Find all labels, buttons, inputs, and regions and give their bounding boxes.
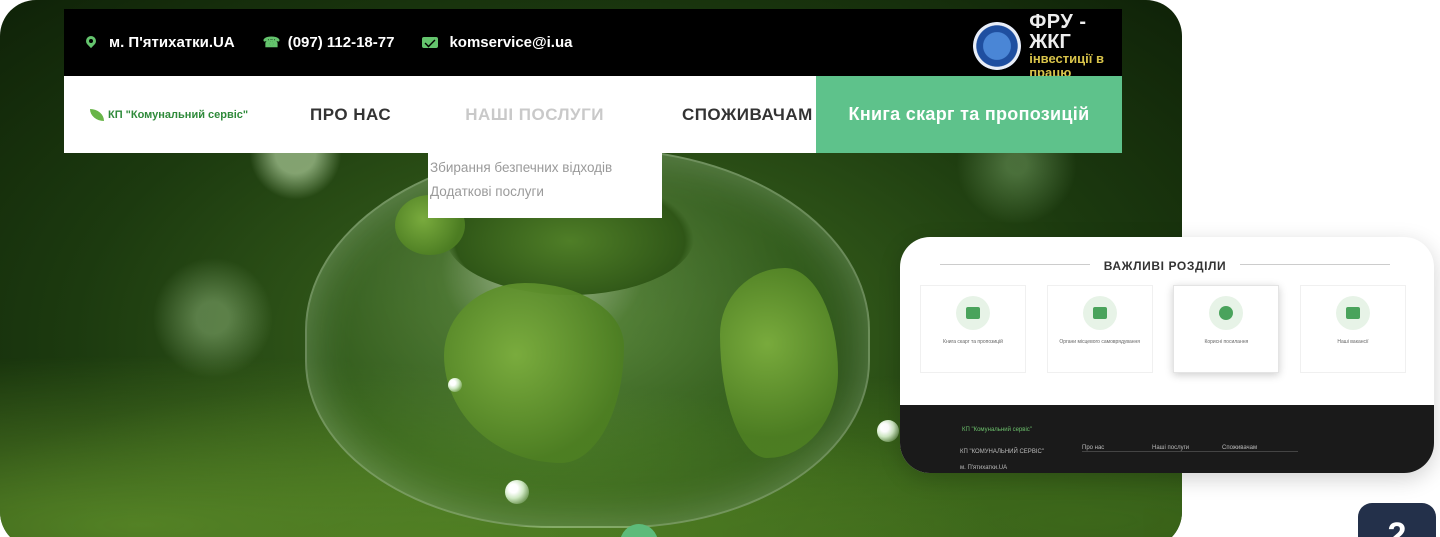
important-sections-card: ВАЖЛИВІ РОЗДІЛИ Книга скарг та пропозиці…	[900, 237, 1434, 473]
tile-label: Наші вакансії	[1337, 339, 1369, 345]
location-pin-icon	[84, 36, 98, 50]
partner-logo-link[interactable]: ФРУ - ЖКГ інвестиції в працю	[973, 12, 1104, 79]
divider	[1240, 264, 1390, 265]
footer-city: м. П'ятихатки.UA	[960, 465, 1008, 471]
partner-logo-text: ФРУ - ЖКГ інвестиції в працю	[1029, 12, 1104, 79]
globe-icon	[1209, 296, 1244, 330]
partner-line1: ФРУ -	[1029, 11, 1087, 33]
section-header: ВАЖЛИВІ РОЗДІЛИ	[940, 257, 1390, 273]
site-logo[interactable]: КП "Комунальний сервіс"	[90, 108, 280, 121]
footer-logo[interactable]: КП "Комунальний сервіс"	[962, 427, 1032, 433]
partner-line2: ЖКГ	[1029, 31, 1071, 53]
collage: м. П'ятихатки.UA (097) 112-18-77 komserv…	[0, 0, 1440, 537]
tile-label: Органи місцевого самоврядування	[1059, 339, 1140, 345]
tile-vacancies[interactable]: Наші вакансії	[1299, 285, 1406, 373]
briefcase-icon	[1335, 296, 1370, 330]
nav-item-about[interactable]: ПРО НАС	[310, 105, 391, 125]
tile-complaints[interactable]: Книга скарг та пропозицій	[920, 285, 1026, 373]
services-dropdown: Збирання безпечних відходів Додаткові по…	[428, 153, 662, 218]
footer-divider	[1082, 451, 1298, 452]
water-drop	[448, 378, 462, 392]
site-footer: КП "Комунальний сервіс" КП "КОМУНАЛЬНИЙ …	[900, 405, 1434, 473]
nav-item-services[interactable]: НАШІ ПОСЛУГИ	[465, 105, 604, 125]
building-icon	[1082, 296, 1117, 330]
location-item[interactable]: м. П'ятихатки.UA	[84, 34, 235, 51]
section-title: ВАЖЛИВІ РОЗДІЛИ	[1095, 259, 1235, 273]
water-drop	[505, 480, 529, 504]
divider	[940, 264, 1090, 265]
phone-icon	[263, 34, 280, 51]
email-text: komservice@i.ua	[449, 34, 573, 51]
location-text: м. П'ятихатки.UA	[109, 34, 235, 51]
tile-label: Книга скарг та пропозицій	[943, 339, 1003, 345]
top-contact-bar: м. П'ятихатки.UA (097) 112-18-77 komserv…	[64, 9, 1122, 79]
water-drop	[877, 420, 899, 442]
fru-emblem-icon	[973, 21, 1022, 70]
mail-icon	[422, 37, 439, 48]
site-logo-text: КП "Комунальний сервіс"	[108, 108, 249, 121]
main-nav: КП "Комунальний сервіс" ПРО НАС НАШІ ПОС…	[64, 76, 1122, 153]
tile-label: Корисні посилання	[1204, 339, 1249, 345]
phone-item[interactable]: (097) 112-18-77	[263, 34, 395, 52]
footer-org: КП "КОМУНАЛЬНИЙ СЕРВІС"	[960, 449, 1044, 455]
tile-government[interactable]: Органи місцевого самоврядування	[1046, 285, 1153, 373]
step-number-badge: 2	[1358, 503, 1436, 537]
leaf-icon	[90, 108, 104, 121]
tile-useful-links[interactable]: Корисні посилання	[1173, 285, 1280, 373]
book-icon	[956, 296, 990, 330]
complaints-book-button[interactable]: Книга скарг та пропозицій	[816, 76, 1122, 153]
partner-line3: інвестиції в	[1029, 51, 1104, 66]
dropdown-item-extra[interactable]: Додаткові послуги	[430, 183, 662, 201]
nav-item-consumers[interactable]: СПОЖИВАЧАМ	[682, 105, 813, 125]
dropdown-item-waste[interactable]: Збирання безпечних відходів	[430, 159, 662, 177]
section-tiles: Книга скарг та пропозицій Органи місцево…	[920, 285, 1406, 375]
phone-text: (097) 112-18-77	[287, 34, 395, 51]
email-item[interactable]: komservice@i.ua	[422, 34, 572, 51]
